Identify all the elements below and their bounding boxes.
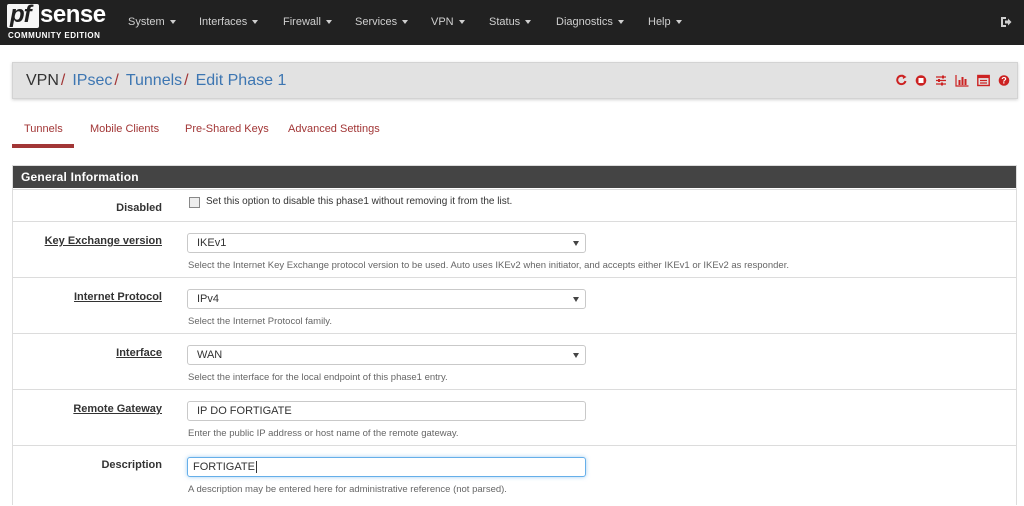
remote-gateway-help: Enter the public IP address or host name…: [188, 428, 459, 439]
page-header: VPN / IPsec / Tunnels / Edit Phase 1 ?: [12, 62, 1018, 99]
row-internet-protocol: Internet Protocol IPv4 Select the Intern…: [13, 277, 1016, 334]
interface-help: Select the interface for the local endpo…: [188, 372, 448, 383]
nav-status[interactable]: Status: [489, 0, 532, 45]
logo-edition: COMMUNITY EDITION: [8, 31, 101, 40]
nav-help[interactable]: Help: [648, 0, 682, 45]
caret-down-icon: [402, 20, 409, 25]
row-key-exchange: Key Exchange version IKEv1 Select the In…: [13, 221, 1016, 278]
breadcrumb-separator: /: [184, 72, 189, 89]
remote-gateway-input[interactable]: IP DO FORTIGATE: [187, 401, 586, 421]
caret-down-icon: [525, 20, 532, 25]
general-information-panel: General Information Disabled Set this op…: [12, 165, 1017, 505]
nav-label: Diagnostics: [556, 16, 613, 28]
key-exchange-value: IKEv1: [197, 237, 227, 249]
breadcrumb-ipsec[interactable]: IPsec: [72, 72, 112, 89]
restart-service-icon[interactable]: [895, 74, 907, 87]
nav-label: VPN: [431, 16, 454, 28]
nav-vpn[interactable]: VPN: [431, 0, 465, 45]
breadcrumb-separator: /: [114, 72, 119, 89]
disabled-checkbox[interactable]: [189, 197, 200, 208]
description-input[interactable]: FORTIGATE: [187, 457, 586, 477]
stop-service-icon[interactable]: [915, 74, 927, 87]
nav-interfaces[interactable]: Interfaces: [199, 0, 259, 45]
row-description: Description FORTIGATE A description may …: [13, 445, 1016, 506]
caret-down-icon: [169, 20, 176, 25]
dropdown-arrow-icon: [573, 297, 579, 302]
description-value: FORTIGATE: [193, 461, 255, 473]
tab-tunnels[interactable]: Tunnels: [12, 116, 74, 148]
description-help: A description may be entered here for ad…: [188, 484, 507, 495]
breadcrumb: VPN / IPsec / Tunnels / Edit Phase 1: [26, 63, 286, 98]
row-disabled: Disabled Set this option to disable this…: [13, 189, 1016, 222]
panel-heading: General Information: [13, 166, 1016, 188]
interface-select[interactable]: WAN: [187, 345, 586, 365]
header-icon-bar: ?: [891, 74, 1010, 88]
tab-pre-shared-keys[interactable]: Pre-Shared Keys: [173, 116, 281, 148]
log-list-icon[interactable]: [977, 74, 990, 87]
row-remote-gateway: Remote Gateway IP DO FORTIGATE Enter the…: [13, 389, 1016, 446]
caret-down-icon: [675, 20, 682, 25]
row-interface: Interface WAN Select the interface for t…: [13, 333, 1016, 390]
key-exchange-help: Select the Internet Key Exchange protoco…: [188, 260, 789, 271]
nav-label: Interfaces: [199, 16, 248, 28]
internet-protocol-help: Select the Internet Protocol family.: [188, 316, 332, 327]
dropdown-arrow-icon: [573, 353, 579, 358]
key-exchange-label[interactable]: Key Exchange version: [13, 235, 162, 247]
disabled-checkbox-text: Set this option to disable this phase1 w…: [206, 196, 513, 207]
disabled-label: Disabled: [116, 202, 162, 214]
pfsense-logo[interactable]: pf sense COMMUNITY EDITION: [7, 1, 107, 42]
remote-gateway-value: IP DO FORTIGATE: [197, 405, 292, 417]
help-icon[interactable]: ?: [998, 74, 1010, 87]
nav-label: System: [128, 16, 165, 28]
svg-text:?: ?: [1001, 76, 1007, 86]
bar-chart-icon[interactable]: [955, 74, 969, 87]
remote-gateway-label[interactable]: Remote Gateway: [13, 403, 162, 415]
description-label: Description: [101, 459, 162, 471]
breadcrumb-separator: /: [60, 72, 66, 89]
caret-down-icon: [325, 20, 332, 25]
nav-system[interactable]: System: [128, 0, 176, 45]
logo-pf-mark: pf: [7, 1, 39, 28]
logo-sense-text: sense: [40, 1, 106, 28]
breadcrumb-edit-phase1[interactable]: Edit Phase 1: [196, 72, 287, 89]
tab-advanced-settings[interactable]: Advanced Settings: [276, 116, 392, 148]
key-exchange-select[interactable]: IKEv1: [187, 233, 586, 253]
internet-protocol-label[interactable]: Internet Protocol: [13, 291, 162, 303]
nav-services[interactable]: Services: [355, 0, 409, 45]
nav-label: Status: [489, 16, 521, 28]
dropdown-arrow-icon: [573, 241, 579, 246]
tab-mobile-clients[interactable]: Mobile Clients: [78, 116, 171, 148]
nav-label: Services: [355, 16, 398, 28]
text-cursor: [255, 461, 257, 474]
nav-label: Firewall: [283, 16, 321, 28]
breadcrumb-tunnels[interactable]: Tunnels: [126, 72, 182, 89]
sign-out-icon[interactable]: [1000, 16, 1012, 28]
internet-protocol-value: IPv4: [197, 293, 220, 305]
caret-down-icon: [617, 20, 624, 25]
interface-value: WAN: [197, 349, 223, 361]
sliders-icon[interactable]: [935, 74, 947, 87]
breadcrumb-vpn: VPN: [26, 72, 59, 89]
internet-protocol-select[interactable]: IPv4: [187, 289, 586, 309]
nav-firewall[interactable]: Firewall: [283, 0, 332, 45]
caret-down-icon: [458, 20, 465, 25]
caret-down-icon: [252, 20, 259, 25]
interface-label[interactable]: Interface: [13, 347, 162, 359]
top-navbar: pf sense COMMUNITY EDITION System Interf…: [0, 0, 1024, 45]
nav-label: Help: [648, 16, 671, 28]
nav-diagnostics[interactable]: Diagnostics: [556, 0, 624, 45]
